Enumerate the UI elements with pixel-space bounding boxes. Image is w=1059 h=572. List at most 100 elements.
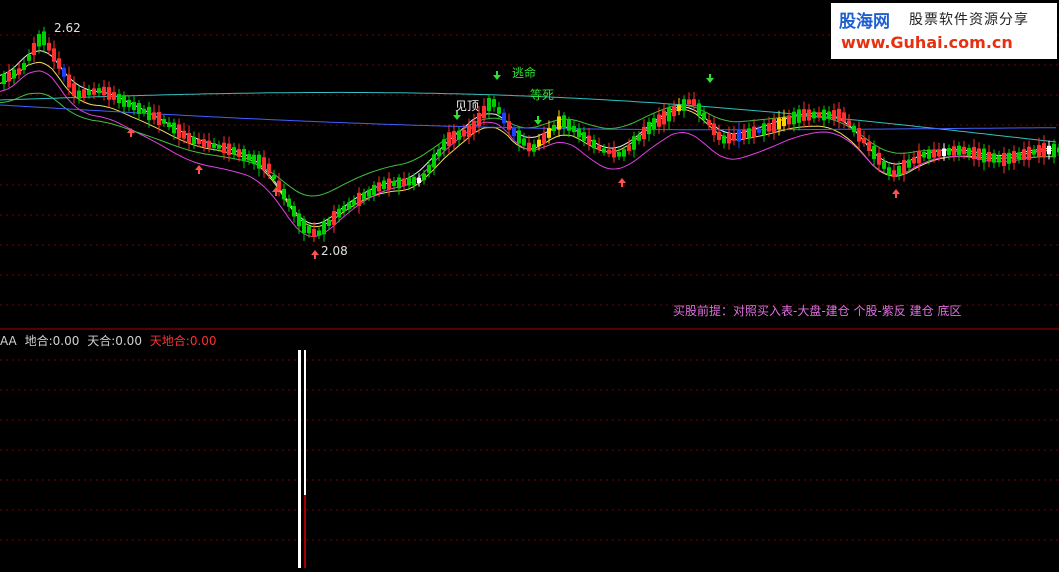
candle-body bbox=[972, 146, 976, 160]
wait-death-signal-label: 等死 bbox=[530, 88, 555, 102]
candle-body bbox=[62, 67, 66, 77]
candle-body bbox=[387, 178, 391, 190]
candle-body bbox=[852, 125, 856, 133]
indicator-label-di: 地合: bbox=[24, 334, 53, 348]
candle-body bbox=[82, 89, 86, 98]
indicator-value-di: 0.00 bbox=[52, 334, 80, 348]
candle-body bbox=[132, 101, 136, 111]
candle-body bbox=[27, 54, 31, 61]
candle-body bbox=[702, 112, 706, 120]
candle-body bbox=[732, 133, 736, 141]
candle-body bbox=[207, 140, 211, 148]
candle-body bbox=[527, 142, 531, 152]
candle-body bbox=[377, 182, 381, 192]
buy-arrow-icon bbox=[892, 189, 900, 198]
top-signal-label: 见顶 bbox=[455, 99, 480, 113]
candle-body bbox=[777, 118, 781, 130]
indicator-panel bbox=[298, 350, 306, 568]
candle-body bbox=[1032, 149, 1036, 155]
candle-body bbox=[122, 95, 126, 107]
candle-body bbox=[1027, 146, 1031, 160]
candle-body bbox=[97, 88, 101, 94]
candle-body bbox=[477, 112, 481, 127]
candle-body bbox=[217, 144, 221, 149]
candle-body bbox=[432, 154, 436, 168]
indicator-header: AA 地合:0.00 天合:0.00 天地合:0.00 bbox=[0, 332, 217, 349]
candle-body bbox=[597, 145, 601, 150]
candle-body bbox=[1007, 152, 1011, 164]
candle-body bbox=[737, 129, 741, 142]
candle-body bbox=[267, 163, 271, 174]
signal-arrows bbox=[127, 71, 900, 259]
indicator-bar-white bbox=[298, 350, 301, 568]
candle-body bbox=[2, 73, 6, 85]
candle-body bbox=[512, 127, 516, 137]
candle-body bbox=[182, 130, 186, 139]
candle-body bbox=[497, 107, 501, 114]
candle-body bbox=[992, 153, 996, 163]
candle-body bbox=[392, 180, 396, 187]
candle-body bbox=[322, 221, 326, 235]
candle-body bbox=[927, 149, 931, 159]
candle-body bbox=[1017, 152, 1021, 160]
candle-body bbox=[687, 99, 691, 105]
candle-body bbox=[797, 109, 801, 123]
candle-body bbox=[7, 71, 11, 82]
candle-body bbox=[712, 123, 716, 136]
candle-body bbox=[212, 143, 216, 148]
candle-body bbox=[227, 143, 231, 155]
candle-body bbox=[52, 48, 56, 62]
candle-body bbox=[197, 139, 201, 145]
candle-body bbox=[352, 200, 356, 205]
candle-body bbox=[717, 131, 721, 141]
candle-body bbox=[302, 219, 306, 234]
candle-body bbox=[662, 110, 666, 125]
candle-body bbox=[32, 42, 36, 56]
candle-body bbox=[782, 117, 786, 127]
candle-body bbox=[547, 128, 551, 138]
candle-body bbox=[402, 178, 406, 187]
candle-body bbox=[912, 157, 916, 164]
candle-body bbox=[557, 116, 561, 130]
candle-body bbox=[592, 139, 596, 149]
candle-body bbox=[172, 122, 176, 134]
sell-arrow-icon bbox=[706, 74, 714, 83]
candle-body bbox=[807, 109, 811, 121]
candle-body bbox=[752, 126, 756, 138]
candlesticks bbox=[2, 26, 1059, 243]
candle-body bbox=[137, 103, 141, 114]
candle-body bbox=[837, 108, 841, 122]
candle-body bbox=[232, 147, 236, 155]
candle-body bbox=[1047, 145, 1051, 155]
candle-body bbox=[447, 132, 451, 147]
candle-body bbox=[812, 111, 816, 119]
candle-body bbox=[282, 188, 286, 200]
candle-body bbox=[457, 130, 461, 140]
candle-body bbox=[467, 125, 471, 138]
candle-body bbox=[417, 177, 421, 184]
candle-body bbox=[667, 107, 671, 122]
buy-arrow-icon bbox=[618, 178, 626, 187]
candle-body bbox=[187, 132, 191, 144]
candle-body bbox=[1002, 152, 1006, 167]
candle-body bbox=[317, 230, 321, 236]
candle-body bbox=[492, 99, 496, 107]
candle-body bbox=[532, 144, 536, 152]
candle-body bbox=[897, 165, 901, 175]
candle-body bbox=[17, 68, 21, 75]
low-price-label: 2.08 bbox=[321, 244, 348, 258]
candle-body bbox=[257, 154, 261, 169]
candle-body bbox=[152, 112, 156, 120]
candle-body bbox=[1052, 143, 1056, 157]
candle-body bbox=[42, 31, 46, 46]
candle-body bbox=[872, 146, 876, 159]
candle-body bbox=[722, 135, 726, 144]
candle-body bbox=[117, 93, 121, 104]
candle-body bbox=[287, 198, 291, 207]
candle-body bbox=[622, 149, 626, 157]
candle-body bbox=[242, 149, 246, 162]
candle-body bbox=[607, 149, 611, 154]
candle-body bbox=[347, 202, 351, 209]
candle-body bbox=[407, 177, 411, 186]
candle-body bbox=[72, 83, 76, 97]
